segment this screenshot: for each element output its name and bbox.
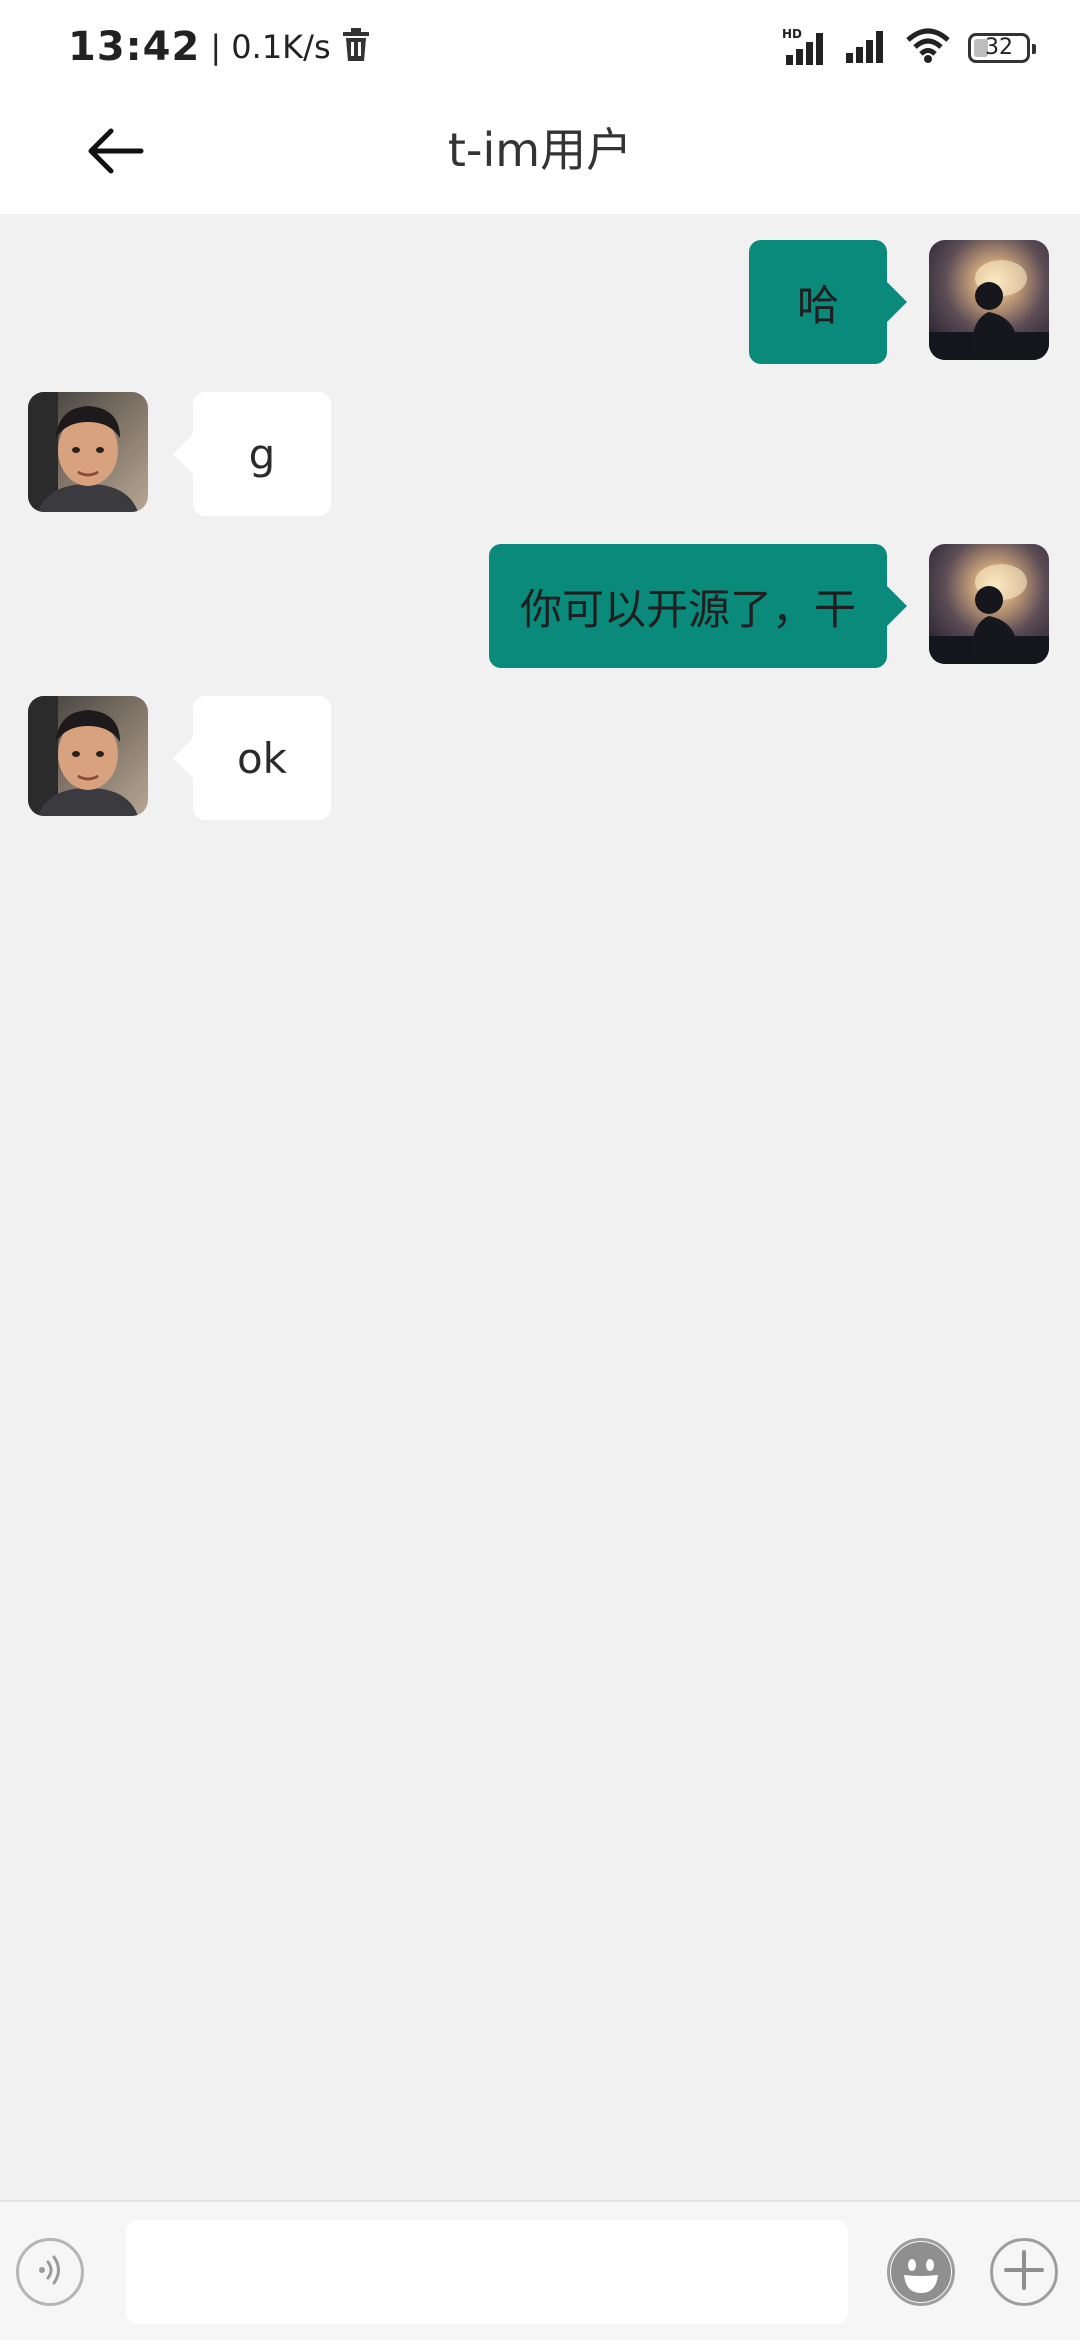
trash-icon bbox=[341, 28, 371, 66]
input-bar bbox=[0, 2200, 1080, 2340]
page-title: t-im用户 bbox=[447, 123, 633, 177]
add-button[interactable] bbox=[990, 2238, 1058, 2306]
battery-icon: 32 bbox=[968, 33, 1036, 63]
message-input[interactable] bbox=[126, 2220, 848, 2324]
plus-icon bbox=[1002, 2248, 1046, 2296]
voice-icon bbox=[30, 2250, 70, 2294]
received-bubble[interactable]: ok bbox=[173, 696, 331, 820]
message-row: ok bbox=[0, 696, 1080, 820]
boy-portrait-icon bbox=[28, 696, 148, 816]
status-right: HD 32 bbox=[782, 26, 1036, 70]
message-row: 你可以开源了，干 bbox=[0, 544, 1080, 668]
status-bar: 13:42 | 0.1K/s HD 32 bbox=[0, 0, 1080, 92]
contact-avatar[interactable] bbox=[28, 392, 148, 512]
sent-bubble[interactable]: 哈 bbox=[749, 240, 907, 364]
contact-avatar[interactable] bbox=[28, 696, 148, 816]
sunset-silhouette-icon bbox=[929, 544, 1049, 664]
wifi-icon bbox=[906, 28, 950, 68]
emoji-icon bbox=[890, 2242, 952, 2303]
voice-button[interactable] bbox=[16, 2238, 84, 2306]
message-row: 哈 bbox=[0, 240, 1080, 364]
signal-icon bbox=[846, 29, 888, 67]
network-speed: | 0.1K/s bbox=[210, 28, 331, 66]
emoji-button[interactable] bbox=[887, 2238, 955, 2306]
status-left: 13:42 | 0.1K/s bbox=[68, 20, 371, 74]
hd-signal-icon: HD bbox=[782, 27, 828, 69]
sent-bubble[interactable]: 你可以开源了，干 bbox=[489, 544, 907, 668]
message-row: g bbox=[0, 392, 1080, 516]
boy-portrait-icon bbox=[28, 392, 148, 512]
my-avatar[interactable] bbox=[929, 240, 1049, 360]
battery-level: 32 bbox=[985, 35, 1013, 60]
my-avatar[interactable] bbox=[929, 544, 1049, 664]
hd-label: HD bbox=[782, 27, 802, 41]
received-bubble[interactable]: g bbox=[173, 392, 331, 516]
sunset-silhouette-icon bbox=[929, 240, 1049, 360]
title-bar: t-im用户 bbox=[0, 92, 1080, 214]
status-time: 13:42 bbox=[68, 24, 201, 70]
chat-area[interactable]: 哈 g 你可以开源了，干 ok bbox=[0, 214, 1080, 2200]
